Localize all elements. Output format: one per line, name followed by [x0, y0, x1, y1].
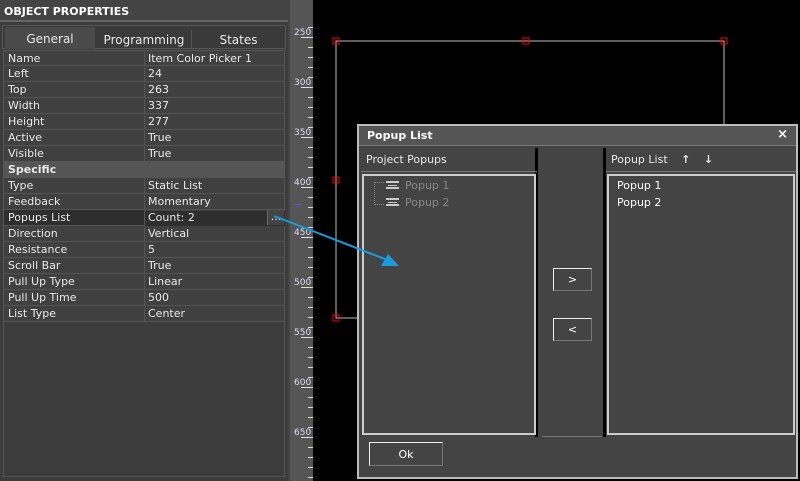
remove-button[interactable]: <	[553, 318, 592, 341]
popup-list-header: Popup List	[611, 153, 668, 166]
ok-button[interactable]: Ok	[369, 442, 443, 466]
dialog-title: Popup List	[367, 129, 433, 142]
close-icon[interactable]: ×	[777, 127, 788, 142]
move-down-icon[interactable]: ↓	[704, 153, 713, 166]
popup-list-item[interactable]: Popup 2	[617, 196, 661, 209]
tree-item-label: Popup 2	[405, 196, 450, 209]
tree-item[interactable]: Popup 1	[386, 179, 449, 192]
popup-list-item[interactable]: Popup 1	[617, 179, 661, 192]
project-popups-pane: Project Popups Popup 1 Popup 2	[361, 148, 538, 437]
move-up-icon[interactable]: ↑	[681, 153, 690, 166]
tree-item-label: Popup 1	[405, 179, 450, 192]
popup-list-dialog: Popup List × Project Popups Popup 1 Popup…	[357, 124, 798, 479]
project-popups-tree[interactable]: Popup 1 Popup 2	[362, 174, 536, 435]
transfer-column: > <	[542, 148, 602, 437]
popup-list-box[interactable]: Popup 1 Popup 2	[607, 174, 795, 435]
add-button[interactable]: >	[553, 268, 592, 291]
project-popups-header: Project Popups	[361, 148, 537, 172]
popup-page-icon	[386, 198, 399, 206]
tree-item[interactable]: Popup 2	[386, 196, 449, 209]
popup-page-icon	[386, 181, 399, 189]
popup-list-pane: Popup List ↑ ↓ Popup 1 Popup 2	[603, 148, 796, 437]
